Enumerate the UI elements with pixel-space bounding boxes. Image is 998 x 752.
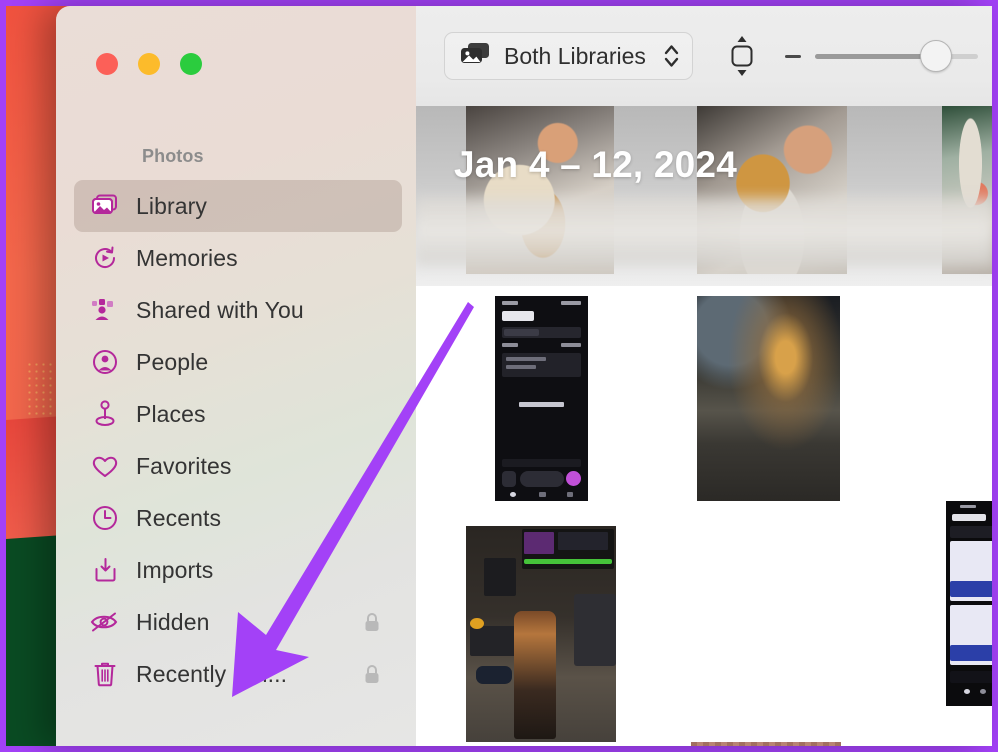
slider-knob[interactable] <box>919 40 952 72</box>
sidebar-item-label: Favorites <box>136 452 232 479</box>
sidebar-item-recents[interactable]: Recents <box>74 492 402 544</box>
zoom-button[interactable] <box>180 53 202 75</box>
fit-height-button[interactable] <box>725 36 759 76</box>
trash-icon <box>90 659 120 689</box>
eye-slash-icon <box>90 607 120 637</box>
sidebar-item-label: Hidden <box>136 608 210 635</box>
sidebar-item-shared-with-you[interactable]: Shared with You <box>74 284 402 336</box>
slider-fill <box>814 53 936 59</box>
sidebar-item-memories[interactable]: Memories <box>74 232 402 284</box>
sidebar-item-favorites[interactable]: Favorites <box>74 440 402 492</box>
sidebar-item-label: Places <box>136 400 206 427</box>
sidebar-item-label: Recents <box>136 504 222 531</box>
blurred-caption-overlay <box>416 191 992 271</box>
sidebar-item-hidden[interactable]: Hidden <box>74 596 402 648</box>
sidebar-item-label: Recently Del... <box>136 660 288 687</box>
minus-icon[interactable] <box>784 54 801 58</box>
sidebar: Photos Library Memories Shared with You … <box>56 6 416 746</box>
zoom-slider-group[interactable] <box>784 40 978 72</box>
photo-thumbnail[interactable] <box>495 296 588 501</box>
memories-icon <box>90 243 120 273</box>
lock-icon <box>364 612 380 632</box>
photo-row-3 <box>416 526 992 746</box>
sidebar-item-imports[interactable]: Imports <box>74 544 402 596</box>
close-button[interactable] <box>96 53 118 75</box>
photo-stack-icon <box>459 41 493 72</box>
photo-thumbnail[interactable] <box>466 526 616 742</box>
sidebar-item-label: Memories <box>136 244 238 271</box>
photos-window: Photos Library Memories Shared with You … <box>56 6 992 746</box>
window-traffic-lights[interactable] <box>96 53 202 75</box>
library-icon <box>90 191 120 221</box>
shared-icon <box>90 295 120 325</box>
clock-icon <box>90 503 120 533</box>
photo-row-1: Jan 4 – 12, 2024 <box>416 106 992 286</box>
sidebar-item-label: Imports <box>136 556 214 583</box>
library-picker-button[interactable]: Both Libraries <box>444 32 693 80</box>
sidebar-item-people[interactable]: People <box>74 336 402 388</box>
import-icon <box>90 555 120 585</box>
places-pin-icon <box>90 399 120 429</box>
people-icon <box>90 347 120 377</box>
content-area: Both Libraries Jan 4 – 12, 2024 <box>416 6 992 746</box>
sidebar-item-label: Shared with You <box>136 296 304 323</box>
sidebar-item-library[interactable]: Library <box>74 180 402 232</box>
minimize-button[interactable] <box>138 53 160 75</box>
sidebar-item-places[interactable]: Places <box>74 388 402 440</box>
sidebar-section-title: Photos <box>142 146 204 166</box>
sidebar-item-label: People <box>136 348 209 375</box>
toolbar: Both Libraries <box>416 6 992 106</box>
sidebar-item-label: Library <box>136 192 208 219</box>
photo-thumbnail[interactable] <box>691 742 841 746</box>
zoom-slider[interactable] <box>814 40 978 72</box>
date-header: Jan 4 – 12, 2024 <box>454 144 737 185</box>
sidebar-item-recently-deleted[interactable]: Recently Del... <box>74 648 402 700</box>
library-picker-label: Both Libraries <box>504 42 646 69</box>
annotation-frame: Photos Library Memories Shared with You … <box>0 0 998 752</box>
updown-chevron-icon[interactable] <box>663 42 680 70</box>
photo-row-2 <box>416 296 992 706</box>
photo-grid: Jan 4 – 12, 2024 <box>416 106 992 746</box>
heart-icon <box>90 451 120 481</box>
lock-icon <box>364 664 380 684</box>
photo-thumbnail[interactable] <box>697 296 840 501</box>
sidebar-nav: Library Memories Shared with You People … <box>74 180 402 700</box>
